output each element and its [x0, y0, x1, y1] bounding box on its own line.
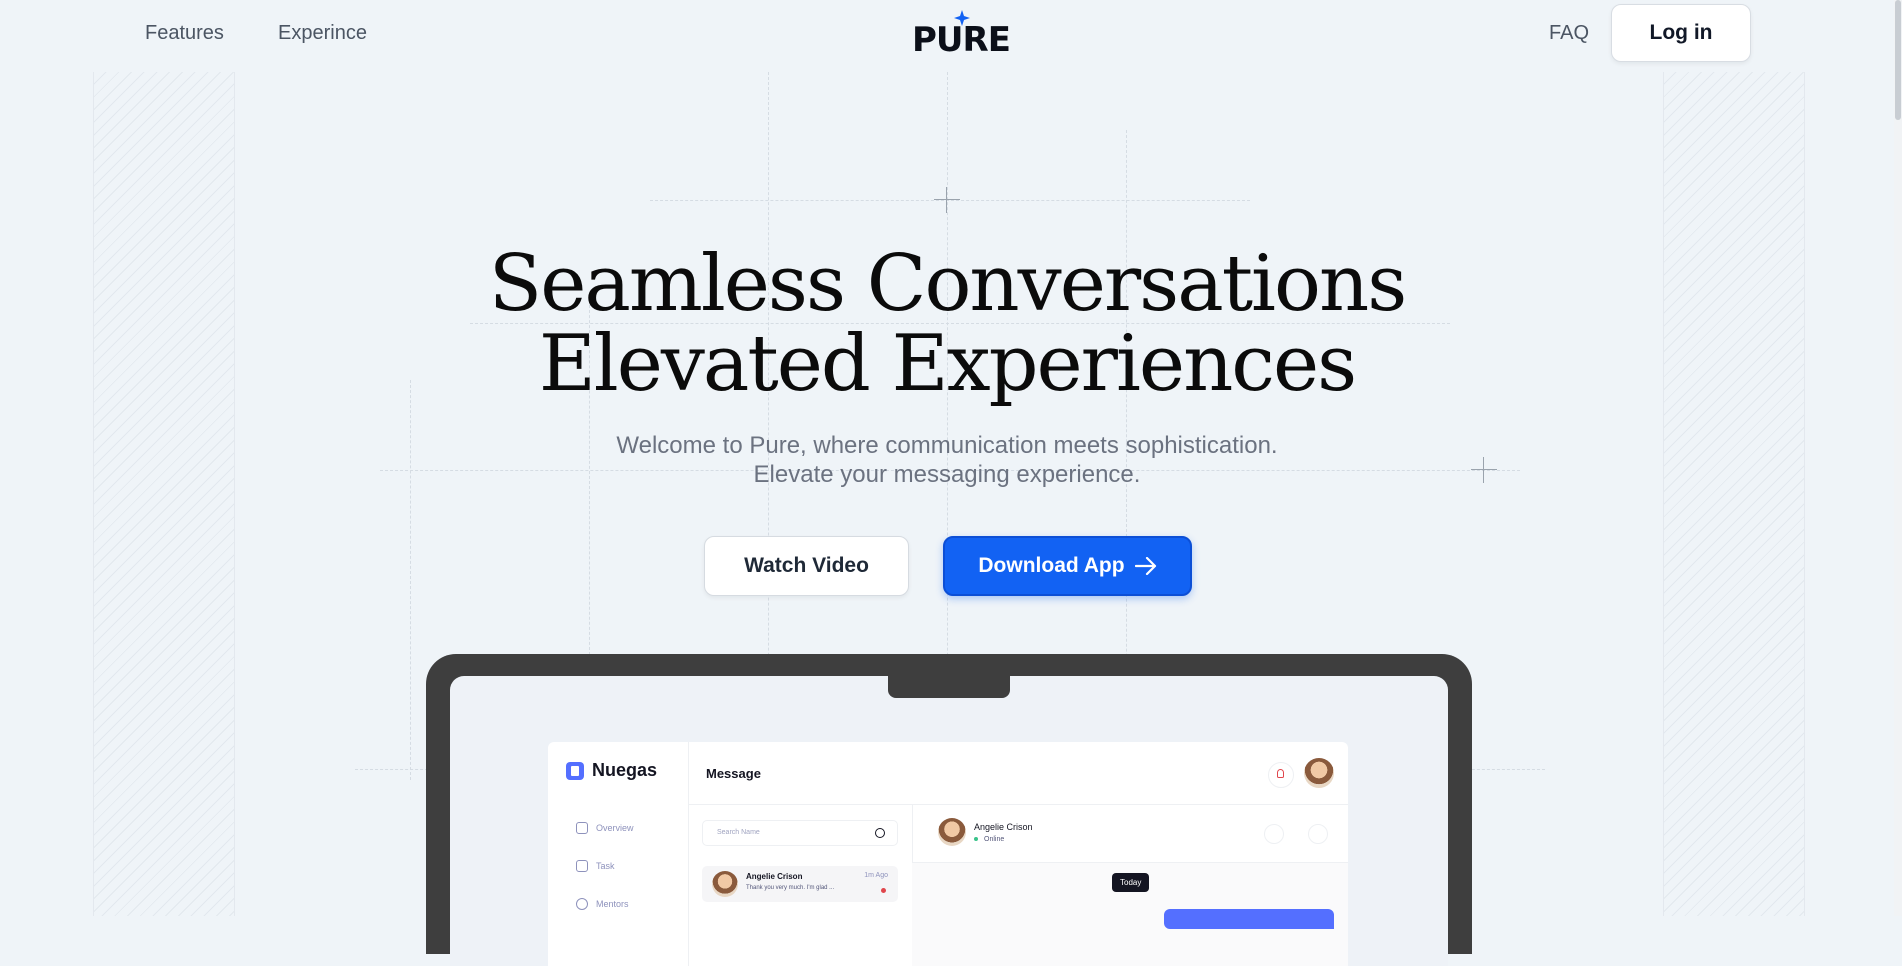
- sidebar-item-label: Mentors: [596, 899, 629, 909]
- download-app-button[interactable]: Download App: [943, 536, 1192, 596]
- pure-logo[interactable]: PURE: [912, 10, 1011, 60]
- message-bubble: [1164, 909, 1334, 929]
- app-logo: Nuegas: [566, 760, 657, 781]
- watch-video-label: Watch Video: [744, 554, 869, 577]
- date-separator: Today: [1112, 873, 1150, 892]
- notification-bell-icon: [1268, 762, 1294, 788]
- sidebar-item-mentors: Mentors: [576, 898, 629, 910]
- hero-subtitle-line1: Welcome to Pure, where communication mee…: [616, 432, 1278, 459]
- search-placeholder: Search Name: [717, 829, 760, 836]
- app-sidebar: Nuegas Overview Task Mentors: [548, 742, 689, 966]
- search-icon: [875, 828, 885, 838]
- conversation-list: Search Name Angelie Crison 1m Ago Thank …: [688, 804, 913, 966]
- download-app-label: Download App: [978, 554, 1125, 577]
- crosshair-mark: [934, 187, 960, 213]
- scrollbar-thumb[interactable]: [1895, 0, 1901, 120]
- sidebar-item-label: Task: [596, 861, 615, 871]
- right-hatched-gutter: [1663, 72, 1805, 916]
- chat-contact-name: Angelie Crison: [974, 822, 1033, 832]
- sidebar-item-task: Task: [576, 860, 615, 872]
- video-call-icon: [1264, 824, 1284, 844]
- conversation-item: Angelie Crison 1m Ago Thank you very muc…: [702, 866, 898, 902]
- laptop-mockup: Nuegas Overview Task Mentors Message Sea…: [426, 654, 1472, 966]
- sparkle-icon: [954, 10, 970, 26]
- book-open-icon: [576, 860, 588, 872]
- chat-status: Online: [974, 836, 1004, 843]
- app-preview: Nuegas Overview Task Mentors Message Sea…: [548, 742, 1348, 966]
- user-avatar: [1304, 758, 1334, 788]
- conversation-name: Angelie Crison: [746, 872, 803, 881]
- hero-title-line1: Seamless Conversations: [488, 239, 1407, 329]
- sidebar-item-label: Overview: [596, 823, 634, 833]
- nav-faq-link[interactable]: FAQ: [1549, 22, 1589, 45]
- arrow-right-icon: [1134, 557, 1156, 575]
- user-icon: [576, 898, 588, 910]
- nav-features-link[interactable]: Features: [145, 22, 224, 45]
- chat-header: Angelie Crison Online: [912, 804, 1348, 863]
- nav-experience-link[interactable]: Experince: [278, 22, 367, 45]
- left-hatched-gutter: [93, 72, 235, 916]
- watch-video-button[interactable]: Watch Video: [704, 536, 909, 596]
- hero-subtitle-line2: Elevate your messaging experience.: [753, 461, 1141, 488]
- book-icon: [566, 761, 584, 780]
- logo-text: PURE: [912, 20, 1011, 60]
- phone-icon: [1308, 824, 1328, 844]
- chat-avatar: [938, 818, 966, 846]
- chat-body: Today: [912, 863, 1348, 966]
- conversation-preview: Thank you very much. I'm glad ...: [746, 885, 835, 891]
- conversation-avatar: [712, 871, 738, 897]
- page-scrollbar[interactable]: [1894, 0, 1902, 916]
- laptop-screen: Nuegas Overview Task Mentors Message Sea…: [450, 676, 1448, 966]
- grid-icon: [576, 822, 588, 834]
- hero-title-line2: Elevated Experiences: [538, 319, 1357, 409]
- sidebar-item-overview: Overview: [576, 822, 634, 834]
- laptop-notch: [888, 676, 1010, 698]
- login-button[interactable]: Log in: [1611, 4, 1751, 62]
- unread-dot: [881, 888, 886, 893]
- app-brand: Nuegas: [592, 760, 658, 780]
- app-page-title: Message: [706, 766, 761, 781]
- conversation-time: 1m Ago: [864, 872, 888, 879]
- app-search-field: Search Name: [702, 820, 898, 846]
- chat-panel: Angelie Crison Online Today: [912, 804, 1348, 966]
